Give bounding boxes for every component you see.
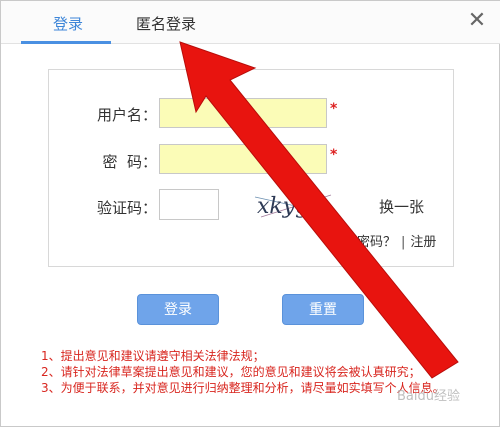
close-icon[interactable]: ✕ [465,9,489,33]
captcha-image[interactable]: xkygm [251,189,341,223]
username-label: 用户名： [96,106,157,124]
forgot-password-link[interactable]: 忘记密码？ [331,235,396,250]
password-required-mark: * [330,147,338,163]
captcha-label: 验证码： [96,199,157,217]
active-tab-indicator [21,41,111,44]
refresh-captcha-link[interactable]: 换一张 [379,196,424,217]
link-separator: | [401,235,406,250]
captcha-text: xkygm [257,194,330,219]
captcha-input[interactable] [159,189,219,220]
register-link[interactable]: 注册 [410,235,436,250]
login-button[interactable]: 登录 [137,294,219,325]
account-links: 忘记密码？ | 注册 [331,231,436,250]
reset-button[interactable]: 重置 [282,294,364,325]
username-input[interactable] [159,98,327,128]
notice-item: 2、请针对法律草案提出意见和建议，您的意见和建议将会被认真研究； [41,365,421,379]
tab-bar: 登录 匿名登录 ✕ [1,1,500,44]
username-required-mark: * [330,101,338,117]
password-input[interactable] [159,144,327,174]
login-dialog: 登录 匿名登录 ✕ 用户名： * 密 码： * 验证码： xkygm 换一张 忘… [0,0,500,427]
tab-anonymous-login[interactable]: 匿名登录 [136,13,196,34]
tab-login[interactable]: 登录 [53,13,83,34]
notice-item: 1、提出意见和建议请遵守相关法律法规； [41,349,265,363]
password-label: 密 码： [102,153,157,171]
watermark-text: Baidu经验 [397,389,460,404]
